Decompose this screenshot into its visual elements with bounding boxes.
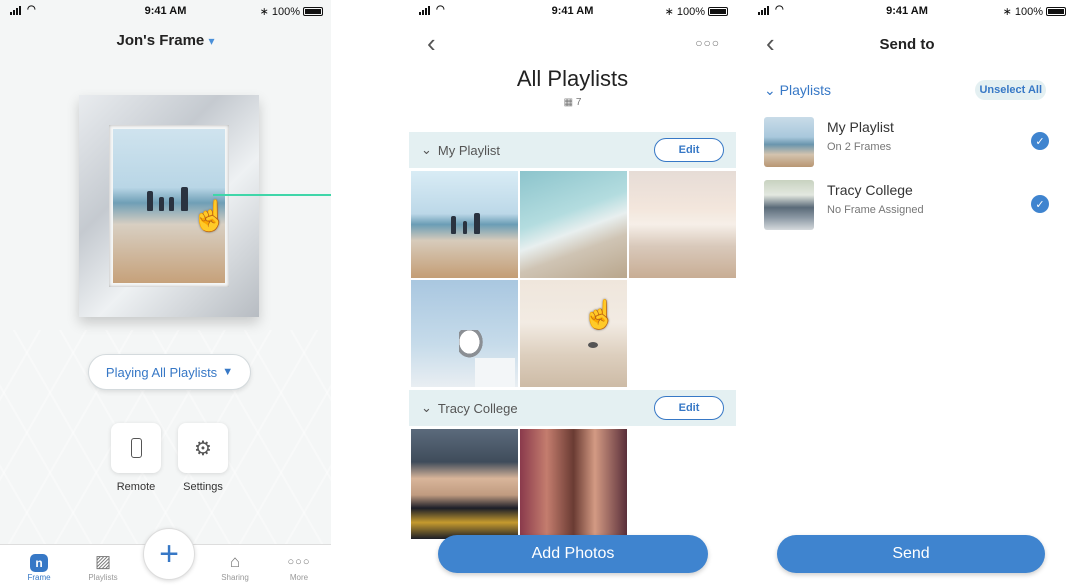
- tab-more-label: More: [289, 573, 309, 582]
- battery-indicator: ∗ 100%: [1003, 5, 1066, 18]
- playlist-name: My Playlist: [827, 119, 894, 135]
- back-chevron-icon[interactable]: ‹: [427, 30, 436, 56]
- section-title: Tracy College: [437, 400, 518, 416]
- section-title: My Playlist: [437, 142, 501, 158]
- status-bar: ◠ 9:41 AM ∗ 100%: [748, 0, 1066, 24]
- frame-preview[interactable]: ☝: [79, 95, 259, 317]
- photo-count-value: 7: [575, 97, 582, 108]
- playlist-subtitle: No Frame Assigned: [827, 204, 924, 216]
- bluetooth-icon: ∗: [259, 6, 269, 18]
- playlist-photo-friends[interactable]: [520, 429, 627, 539]
- playing-label: Playing All Playlists: [105, 364, 218, 380]
- more-dots-icon: ○○○: [287, 556, 311, 568]
- send-to-screen: ◠ 9:41 AM ∗ 100% ‹ Send to ⌄ Playlists U…: [748, 0, 1066, 588]
- frame-selector[interactable]: Jon's Frame ▾: [0, 32, 331, 49]
- frame-logo-icon: n: [14, 551, 64, 573]
- battery-icon: [303, 7, 323, 16]
- edit-button[interactable]: Edit: [654, 396, 724, 420]
- remote-button[interactable]: [111, 423, 161, 473]
- page-title: Send to: [879, 36, 935, 53]
- photos-icon: ▨: [94, 552, 112, 571]
- battery-percent: 100%: [676, 5, 705, 18]
- post-shape: [475, 358, 515, 387]
- chevron-down-icon: ⌄: [421, 142, 432, 157]
- tab-sharing[interactable]: ⌂ Sharing: [210, 551, 260, 582]
- playlist-thumbnail: [764, 117, 814, 167]
- settings-label: Settings: [183, 481, 223, 493]
- bird-shape: [588, 342, 598, 348]
- battery-percent: 100%: [271, 5, 300, 18]
- list-item[interactable]: Tracy College No Frame Assigned ✓: [764, 180, 1054, 234]
- gift-icon: ⌂: [229, 552, 241, 571]
- section-label: Playlists: [779, 82, 831, 98]
- playlists-section-toggle[interactable]: ⌄ Playlists: [764, 82, 831, 99]
- unselect-all-button[interactable]: Unselect All: [975, 80, 1046, 100]
- bluetooth-icon: ∗: [1002, 6, 1012, 18]
- remote-label: Remote: [116, 481, 156, 493]
- chevron-down-icon: ⌄: [764, 82, 776, 98]
- playlist-name: Tracy College: [827, 182, 913, 198]
- more-dots-icon[interactable]: ○○○: [695, 36, 720, 50]
- photos-icon: ▦: [563, 97, 574, 108]
- page-title: All Playlists: [516, 66, 629, 91]
- checkmark-icon[interactable]: ✓: [1031, 195, 1049, 213]
- bluetooth-icon: ∗: [664, 6, 674, 18]
- battery-indicator: ∗ 100%: [260, 5, 323, 18]
- playlist-thumbnail: [764, 180, 814, 230]
- status-bar: ◠ 9:41 AM ∗ 100%: [409, 0, 736, 24]
- battery-icon: [1046, 7, 1066, 16]
- chevron-down-icon: ⌄: [421, 400, 432, 415]
- frame-name: Jon's Frame: [116, 32, 205, 49]
- add-button[interactable]: +: [143, 528, 195, 580]
- tab-frame-label: Frame: [27, 573, 51, 582]
- tab-playlists[interactable]: ▨ Playlists: [78, 551, 128, 582]
- remote-icon: [130, 438, 142, 458]
- tab-frame[interactable]: n Frame: [14, 551, 64, 582]
- playlist-photo-bird-on-sand[interactable]: ☝: [520, 280, 627, 387]
- drag-arrow-line: [213, 194, 331, 196]
- battery-percent: 100%: [1014, 5, 1043, 18]
- chevron-down-icon: ▾: [208, 34, 215, 48]
- playlist-subtitle: On 2 Frames: [827, 141, 892, 153]
- tap-hand-icon: ☝: [191, 200, 225, 233]
- tab-playlists-label: Playlists: [88, 573, 118, 582]
- frame-screen: ◠ 9:41 AM ∗ 100% Jon's Frame ▾ ☝ Playing…: [0, 0, 331, 588]
- playlist-photo-sunset-beach[interactable]: [629, 171, 736, 278]
- settings-button[interactable]: ⚙: [178, 423, 228, 473]
- send-button[interactable]: Send: [777, 535, 1045, 573]
- beach-family-photo: ☝: [113, 129, 225, 283]
- playlist-photo-graduate[interactable]: [411, 429, 518, 539]
- photo-count: ▦ 7: [409, 97, 736, 108]
- playlist-photo-waves[interactable]: [520, 171, 627, 278]
- list-item[interactable]: My Playlist On 2 Frames ✓: [764, 117, 1054, 171]
- section-header-my-playlist[interactable]: ⌄ My Playlist Edit: [409, 132, 736, 168]
- checkmark-icon[interactable]: ✓: [1031, 132, 1049, 150]
- seagull-shape: [459, 330, 485, 360]
- frame-mat: ☝: [109, 125, 229, 287]
- battery-icon: [708, 7, 728, 16]
- add-photos-button[interactable]: Add Photos: [438, 535, 708, 573]
- dropdown-arrow-icon: ▼: [222, 366, 234, 378]
- playlist-photo-seagull[interactable]: [411, 280, 518, 387]
- status-bar: ◠ 9:41 AM ∗ 100%: [0, 0, 331, 24]
- edit-button[interactable]: Edit: [654, 138, 724, 162]
- tap-hand-icon: ☝: [582, 299, 617, 330]
- tab-sharing-label: Sharing: [221, 573, 249, 582]
- battery-indicator: ∗ 100%: [665, 5, 728, 18]
- playlist-photo-beach-family[interactable]: [411, 171, 518, 278]
- section-header-tracy-college[interactable]: ⌄ Tracy College Edit: [409, 390, 736, 426]
- playing-playlists-button[interactable]: Playing All Playlists ▼: [88, 354, 251, 390]
- gear-icon: ⚙: [194, 437, 212, 460]
- all-playlists-screen: ◠ 9:41 AM ∗ 100% ‹ ○○○ All Playlists ▦ 7…: [409, 0, 736, 588]
- tab-more[interactable]: ○○○ More: [274, 551, 324, 582]
